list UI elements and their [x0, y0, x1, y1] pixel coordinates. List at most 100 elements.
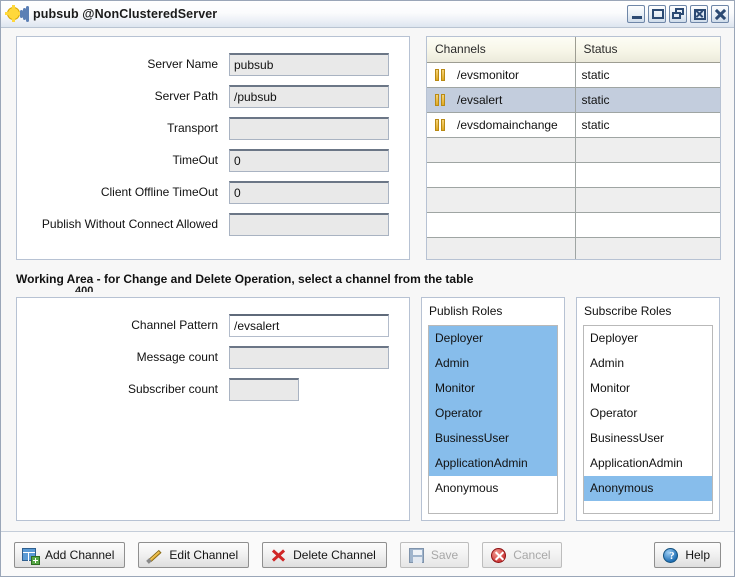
window-controls	[627, 5, 729, 23]
help-label: Help	[685, 547, 710, 562]
list-item[interactable]: Admin	[584, 351, 712, 376]
pencil-icon	[146, 547, 163, 564]
server-details-panel: Server Name pubsub Server Path /pubsub T…	[16, 36, 410, 260]
channel-name: /evsdomainchange	[457, 117, 558, 132]
window-titlebar: pubsub @NonClusteredServer	[1, 1, 734, 28]
cancel-circle-icon	[490, 547, 507, 564]
subscribe-roles-list[interactable]: Deployer Admin Monitor Operator Business…	[583, 325, 713, 514]
client-offline-timeout-field[interactable]: 0	[229, 180, 389, 204]
working-area-section: Channel Pattern /evsalert Message count …	[16, 297, 721, 521]
red-x-icon	[270, 547, 287, 564]
timeout-field[interactable]: 0	[229, 148, 389, 172]
top-section: Server Name pubsub Server Path /pubsub T…	[16, 36, 721, 260]
list-item[interactable]: Deployer	[429, 326, 557, 351]
maximize-button[interactable]	[648, 5, 666, 23]
list-item[interactable]: BusinessUser	[584, 426, 712, 451]
message-count-field[interactable]	[229, 345, 389, 369]
channel-bars-icon	[435, 93, 446, 106]
save-label: Save	[430, 547, 459, 562]
channels-table-header: Channels Status	[427, 37, 720, 63]
cancel-button: Cancel	[482, 542, 562, 568]
publish-roles-list[interactable]: Deployer Admin Monitor Operator Business…	[428, 325, 558, 514]
server-path-field[interactable]: /pubsub	[229, 84, 389, 108]
table-row-empty[interactable]	[427, 212, 720, 238]
form-row-server-name: Server Name pubsub	[17, 51, 409, 77]
add-grid-icon	[22, 547, 40, 565]
column-header-channels[interactable]: Channels	[427, 37, 576, 63]
label-client-offline-timeout: Client Offline TimeOut	[100, 185, 218, 199]
delete-channel-button[interactable]: Delete Channel	[262, 542, 387, 568]
publish-roles-title: Publish Roles	[429, 304, 503, 318]
form-row-server-path: Server Path /pubsub	[17, 83, 409, 109]
label-channel-pattern: Channel Pattern	[131, 318, 218, 332]
table-row-empty[interactable]	[427, 237, 720, 259]
channel-pattern-input[interactable]: /evsalert	[229, 313, 389, 337]
form-row-transport: Transport	[17, 115, 409, 141]
list-item[interactable]: Admin	[429, 351, 557, 376]
help-circle-icon: ?	[662, 547, 679, 564]
cell-channel[interactable]: /evsdomainchange	[427, 112, 576, 138]
channel-name: /evsmonitor	[457, 67, 520, 82]
table-row-empty[interactable]	[427, 162, 720, 188]
server-name-field[interactable]: pubsub	[229, 52, 389, 76]
table-row-empty[interactable]	[427, 137, 720, 163]
save-button: Save	[399, 542, 470, 568]
window-title: pubsub @NonClusteredServer	[33, 7, 218, 21]
list-item[interactable]: BusinessUser	[429, 426, 557, 451]
list-item[interactable]: Monitor	[429, 376, 557, 401]
list-item[interactable]: ApplicationAdmin	[429, 451, 557, 476]
form-row-message-count: Message count	[17, 344, 409, 370]
subscribe-roles-panel: Subscribe Roles Deployer Admin Monitor O…	[576, 297, 720, 521]
label-publish-without-connect-allowed: Publish Without Connect Allowed	[41, 217, 218, 231]
channel-detail-panel: Channel Pattern /evsalert Message count …	[16, 297, 410, 521]
table-row[interactable]: /evsdomainchange static	[427, 112, 720, 138]
channels-table-panel: Channels Status /evsmonitor static /evsa…	[426, 36, 721, 260]
label-server-path: Server Path	[154, 89, 218, 103]
form-row-client-offline-timeout: Client Offline TimeOut 0	[17, 179, 409, 205]
label-transport: Transport	[167, 121, 218, 135]
subscribe-roles-title: Subscribe Roles	[584, 304, 672, 318]
cell-status[interactable]: static	[575, 62, 720, 88]
table-row[interactable]: /evsalert static	[427, 87, 720, 113]
minimize-button[interactable]	[627, 5, 645, 23]
publish-without-connect-allowed-field[interactable]	[229, 212, 389, 236]
action-button-bar: Add Channel Edit Channel Delete Channel …	[1, 531, 734, 576]
list-item[interactable]: Monitor	[584, 376, 712, 401]
add-channel-button[interactable]: Add Channel	[14, 542, 126, 568]
list-item[interactable]: Operator	[584, 401, 712, 426]
channel-detail-form: Channel Pattern /evsalert Message count …	[17, 298, 409, 402]
cell-status[interactable]: static	[575, 87, 720, 113]
channel-name: /evsalert	[457, 92, 503, 107]
cell-channel[interactable]: /evsmonitor	[427, 62, 576, 88]
close-tab-button[interactable]	[690, 5, 708, 23]
working-area-heading: Working Area - for Change and Delete Ope…	[16, 272, 474, 286]
floppy-disk-icon	[408, 547, 425, 564]
label-server-name: Server Name	[147, 57, 218, 71]
transport-field[interactable]	[229, 116, 389, 140]
label-subscriber-count: Subscriber count	[127, 382, 218, 396]
form-row-publish-without-connect: Publish Without Connect Allowed	[17, 211, 409, 237]
help-button[interactable]: ? Help	[654, 542, 721, 568]
list-item[interactable]: Anonymous	[584, 476, 712, 501]
publish-broadcast-icon	[5, 5, 29, 22]
list-item[interactable]: Anonymous	[429, 476, 557, 501]
list-item[interactable]: ApplicationAdmin	[584, 451, 712, 476]
cell-status[interactable]: static	[575, 112, 720, 138]
label-timeout: TimeOut	[172, 153, 218, 167]
server-form: Server Name pubsub Server Path /pubsub T…	[17, 37, 409, 237]
edit-channel-label: Edit Channel	[169, 547, 239, 562]
close-window-button[interactable]	[711, 5, 729, 23]
table-row[interactable]: /evsmonitor static	[427, 62, 720, 88]
channels-table-body: /evsmonitor static /evsalert static /evs…	[427, 62, 720, 259]
restore-button[interactable]	[669, 5, 687, 23]
cell-channel[interactable]: /evsalert	[427, 87, 576, 113]
form-row-channel-pattern: Channel Pattern /evsalert	[17, 312, 409, 338]
list-item[interactable]: Operator	[429, 401, 557, 426]
column-header-status[interactable]: Status	[575, 37, 720, 63]
pubsub-admin-window: pubsub @NonClusteredServer Server Name p…	[0, 0, 735, 577]
table-row-empty[interactable]	[427, 187, 720, 213]
list-item[interactable]: Deployer	[584, 326, 712, 351]
subscriber-count-field[interactable]	[229, 377, 299, 401]
edit-channel-button[interactable]: Edit Channel	[138, 542, 250, 568]
delete-channel-label: Delete Channel	[293, 547, 376, 562]
